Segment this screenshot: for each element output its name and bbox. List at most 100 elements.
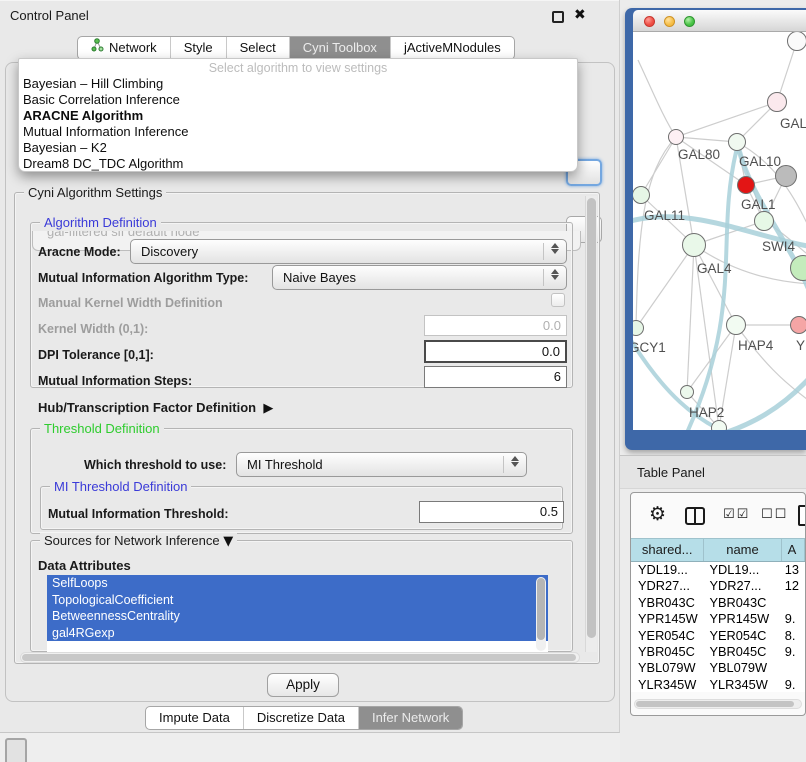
mi-steps-label: Mutual Information Steps: [38,374,192,388]
data-attributes-list[interactable]: SelfLoopsTopologicalCoefficientBetweenne… [47,575,548,653]
network-node-hap4[interactable] [726,315,746,335]
algorithm-option-basic-correlation-inference[interactable]: Basic Correlation Inference [19,92,577,108]
network-node-gal[interactable] [767,92,787,112]
table-toolbar: ⚙ ☑☑ ☐☐ [631,493,805,538]
table-row[interactable]: YER054CYER054C8. [631,628,805,644]
mi-steps-field[interactable]: 6 [424,366,567,388]
network-node-y[interactable] [790,316,806,334]
sources-group-title[interactable]: Sources for Network Inference ▼ [40,533,237,549]
network-node-gal1[interactable] [754,211,774,231]
select-all-checkboxes-icon[interactable]: ☑☑ [723,507,750,522]
algorithm-dropdown-popup: Select algorithm to view settings Bayesi… [18,58,578,172]
settings-horizontal-scrollbar[interactable] [20,652,580,663]
network-canvas[interactable]: GALGAL80GAL10GAL11GAL1SWI4GAL4GCY1HAP4YH… [633,32,806,430]
mi-threshold-field[interactable]: 0.5 [419,501,564,523]
network-node-gal10[interactable] [728,133,746,151]
network-node[interactable] [787,32,806,51]
float-panel-icon[interactable] [552,11,564,23]
algorithm-option-aracne-algorithm[interactable]: ARACNE Algorithm [19,108,577,124]
screen: Control Panel ✖ NetworkStyleSelectCyni T… [0,0,806,762]
table-row[interactable]: YBR045CYBR045C9. [631,644,805,660]
tab-select[interactable]: Select [227,37,290,59]
hub-definition-toggle[interactable]: Hub/Transcription Factor Definition ▶ [38,400,273,416]
node-label-y: Y [796,338,805,353]
tab-style[interactable]: Style [171,37,227,59]
minimize-window-icon[interactable] [664,16,675,27]
close-panel-icon[interactable]: ✖ [574,7,586,23]
panel-corner-chip[interactable] [5,738,27,762]
algorithm-definition-title: Algorithm Definition [40,215,161,230]
panel-bottom-margin [0,733,620,762]
table-panel-titlebar: Table Panel [620,455,806,489]
algorithm-option-mutual-information-inference[interactable]: Mutual Information Inference [19,124,577,140]
dpi-tolerance-label: DPI Tolerance [0,1]: [38,348,154,362]
mi-threshold-definition-title: MI Threshold Definition [50,479,191,494]
network-node-gal80[interactable] [668,129,684,145]
dpi-tolerance-field[interactable]: 0.0 [424,340,567,363]
node-label-gal10: GAL10 [739,154,781,169]
column-header-name[interactable]: name [704,539,781,561]
table-panel-title: Table Panel [637,465,705,480]
table-header-row[interactable]: shared...nameA [631,538,805,562]
network-node[interactable] [737,176,755,194]
attribute-item-topologicalcoefficient[interactable]: TopologicalCoefficient [47,592,548,609]
network-window-titlebar[interactable] [633,10,806,32]
network-node[interactable] [711,420,727,430]
table-row[interactable]: YLR345WYLR345W9. [631,677,805,692]
node-label-hap4: HAP4 [738,338,773,353]
kernel-width-label: Kernel Width (0,1): [38,322,148,336]
deselect-all-checkboxes-icon[interactable]: ☐☐ [761,507,788,522]
export-table-icon[interactable] [798,505,806,526]
apply-button[interactable]: Apply [267,673,339,697]
zoom-window-icon[interactable] [684,16,695,27]
network-view-window: GALGAL80GAL10GAL11GAL1SWI4GAL4GCY1HAP4YH… [625,8,806,450]
table-row[interactable]: YBL079WYBL079W [631,660,805,676]
attribute-item-gal4rgexp[interactable]: gal4RGexp [47,625,548,642]
settings-vertical-scrollbar[interactable] [585,196,597,652]
tab-impute-data[interactable]: Impute Data [146,707,244,729]
algorithm-option-bayesian-k2[interactable]: Bayesian – K2 [19,140,577,156]
network-node[interactable] [775,165,797,187]
tab-network[interactable]: Network [78,37,171,59]
kernel-width-field[interactable]: 0.0 [424,315,567,336]
mi-type-combo[interactable]: Naive Bayes [272,265,567,290]
column-header-shared[interactable]: shared... [631,539,704,561]
table-row[interactable]: YDL19...YDL19...13 [631,562,805,578]
node-label-gal4: GAL4 [697,261,732,276]
gear-icon[interactable]: ⚙ [649,503,666,525]
table-row[interactable]: YDR27...YDR27...12 [631,578,805,594]
network-node-hap2[interactable] [680,385,694,399]
node-label-hap2: HAP2 [689,405,724,420]
which-threshold-combo[interactable]: MI Threshold [236,452,527,477]
table-row[interactable]: YPR145WYPR145W9. [631,611,805,627]
table-panel: ⚙ ☑☑ ☐☐ shared...nameA YDL19...YDL19...1… [630,492,806,716]
which-threshold-label: Which threshold to use: [84,458,226,472]
close-window-icon[interactable] [644,16,655,27]
algorithm-option-dream8-dc-tdc-algorithm[interactable]: Dream8 DC_TDC Algorithm [19,156,577,172]
table-row[interactable]: YBR043CYBR043C [631,595,805,611]
tab-infer-network[interactable]: Infer Network [359,707,462,729]
attributes-scrollbar[interactable] [536,577,546,651]
manual-kernel-checkbox[interactable] [551,293,565,307]
manual-kernel-label: Manual Kernel Width Definition [38,296,223,310]
collapsed-arrow-icon: ▶ [263,401,273,416]
node-label-gal: GAL [780,116,806,131]
attribute-item-selfloops[interactable]: SelfLoops [47,575,548,592]
combo-stepper-icon [510,456,519,467]
aracne-mode-combo[interactable]: Discovery [130,239,567,264]
table-horizontal-scrollbar[interactable] [634,699,802,709]
network-node-gal4[interactable] [682,233,706,257]
mi-type-label: Mutual Information Algorithm Type: [38,271,248,285]
attribute-item-betweennesscentrality[interactable]: BetweennessCentrality [47,608,548,625]
tab-cyni-toolbox[interactable]: Cyni Toolbox [290,37,391,59]
columns-icon[interactable] [685,507,705,525]
algorithm-option-bayesian-hill-climbing[interactable]: Bayesian – Hill Climbing [19,76,577,92]
node-label-swi4: SWI4 [762,239,795,254]
bottom-tabbar: Impute DataDiscretize DataInfer Network [145,706,463,730]
column-header-a[interactable]: A [782,539,805,561]
tab-discretize-data[interactable]: Discretize Data [244,707,359,729]
aracne-mode-label: Aracne Mode: [38,245,121,259]
table-rows: YDL19...YDL19...13YDR27...YDR27...12YBR0… [631,562,805,692]
tab-jactivemnodules[interactable]: jActiveMNodules [391,37,514,59]
expanded-arrow-icon: ▼ [223,534,233,549]
